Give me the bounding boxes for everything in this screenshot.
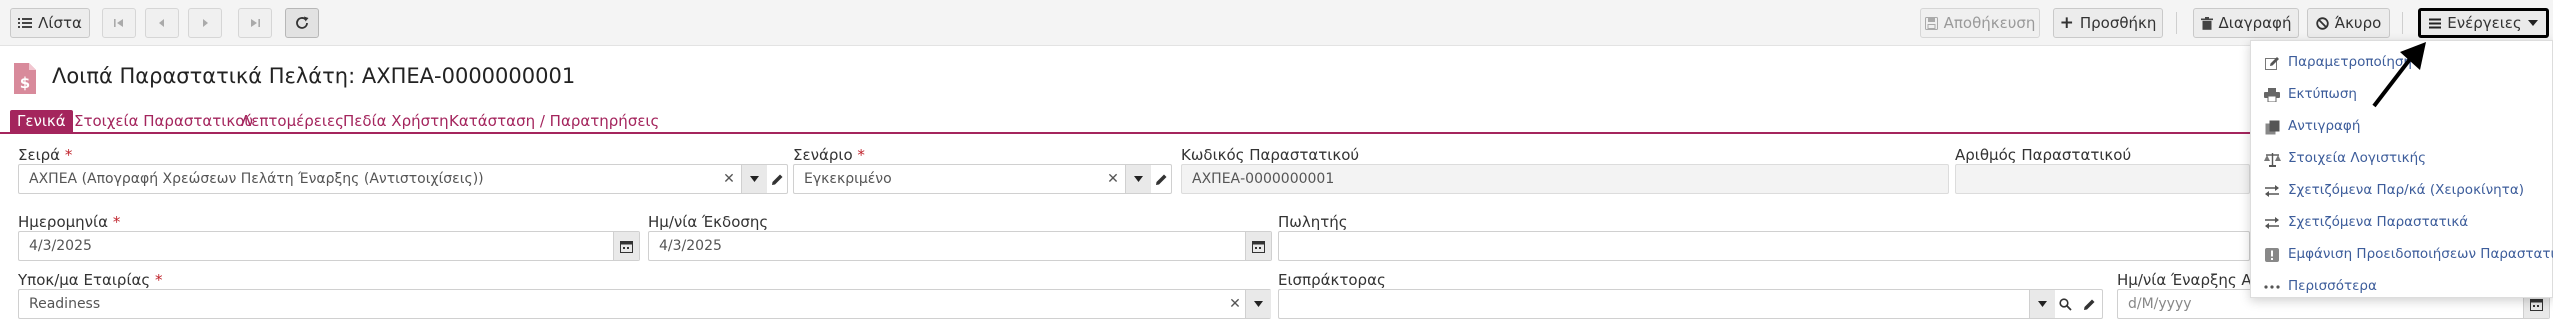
tab-bar: Γενικά Στοιχεία Παραστατικού Λεπτομέρειε… [0,110,2553,134]
menu-item-more[interactable]: Περισσότερα [2251,271,2553,303]
issue-date-value: 4/3/2025 [659,238,722,254]
menu-item-related-manual[interactable]: Σχετιζόμενα Παρ/κά (Χειροκίνητα) [2251,175,2553,207]
warning-icon [2263,247,2281,263]
menu-item-related-documents[interactable]: Σχετιζόμενα Παραστατικά [2251,207,2553,239]
company-branch-label: Υποκ/μα Εταιρίας * [18,271,163,289]
refresh-button[interactable] [285,8,319,38]
search-icon[interactable] [2053,290,2077,318]
pencil-icon [2263,55,2281,71]
issue-date-label: Ημ/νία Έκδοσης [648,213,769,231]
date-label: Ημερομηνία * [18,213,121,231]
collector-label: Εισπράκτορας [1278,271,1386,289]
list-icon [18,17,33,29]
start-date-label: Ημ/νία Έναρξης Αντ [2117,271,2270,289]
add-button-label: Προσθήκη [2079,14,2157,32]
last-icon [249,18,261,28]
edit-icon[interactable] [2077,290,2101,318]
clear-icon[interactable]: ✕ [717,165,741,193]
printer-icon [2263,87,2281,103]
menu-item-copy[interactable]: Αντιγραφή [2251,111,2553,143]
document-icon: $ [12,62,38,100]
ban-icon [2316,16,2329,30]
next-record-button[interactable] [188,8,222,38]
company-branch-value: Readiness [29,296,101,312]
first-icon [113,18,125,28]
company-branch-field[interactable]: Readiness ✕ [18,289,1271,319]
edit-icon[interactable] [1149,165,1173,193]
series-value: ΑΧΠΕΑ (Απογραφή Χρεώσεων Πελάτη Έναρξης … [29,171,484,187]
toolbar-divider [2176,12,2177,34]
actions-menu-button[interactable]: Ενέργειες [2418,8,2549,38]
list-button[interactable]: Λίστα [10,8,90,38]
collector-field[interactable] [1278,289,2103,319]
calendar-button[interactable] [613,232,639,260]
cancel-button-label: Άκυρο [2334,14,2382,32]
next-icon [200,18,210,28]
more-icon [2263,279,2281,295]
scenario-field[interactable]: Εγκεκριμένο ✕ [793,164,1172,194]
date-value: 4/3/2025 [29,238,92,254]
cancel-button[interactable]: Άκυρο [2307,8,2390,38]
balance-icon [2263,151,2281,167]
start-date-placeholder: d/M/yyyy [2128,296,2192,312]
save-button-label: Αποθήκευση [1943,14,2036,32]
doc-code-field: ΑΧΠΕΑ-0000000001 [1181,164,1949,194]
refresh-icon [294,15,310,31]
add-button[interactable]: + Προσθήκη [2053,8,2163,38]
doc-code-value: ΑΧΠΕΑ-0000000001 [1192,171,1335,187]
doc-code-label: Κωδικός Παραστατικού [1181,146,1360,164]
trash-icon [2200,16,2213,30]
swap-icon [2263,215,2281,231]
salesman-field[interactable] [1278,231,2250,261]
list-button-label: Λίστα [38,14,82,32]
scenario-value: Εγκεκριμένο [804,171,892,187]
tab-document-details[interactable]: Στοιχεία Παραστατικού [74,110,253,132]
copy-icon [2263,119,2281,135]
tab-user-fields[interactable]: Πεδία Χρήστη [343,110,449,132]
clear-icon[interactable]: ✕ [1223,290,1247,318]
tab-status-notes[interactable]: Κατάσταση / Παρατηρήσεις [449,110,659,132]
pointer-arrow-annotation [2370,40,2430,114]
caret-down-icon [2527,20,2538,26]
svg-text:$: $ [20,74,30,92]
dropdown-button[interactable] [1245,290,1271,318]
first-record-button[interactable] [102,8,136,38]
menu-item-warnings[interactable]: Εμφάνιση Προειδοποιήσεων Παραστατικού [2251,239,2553,271]
previous-icon [157,18,167,28]
calendar-button[interactable] [1245,232,1271,260]
doc-number-field [1955,164,2250,194]
date-field[interactable]: 4/3/2025 [18,231,640,261]
tab-general[interactable]: Γενικά [10,110,73,132]
tab-details[interactable]: Λεπτομέρειες [241,110,344,132]
save-icon [1924,16,1938,30]
plus-icon: + [2059,13,2074,33]
delete-button[interactable]: Διαγραφή [2193,8,2299,38]
save-button[interactable]: Αποθήκευση [1920,8,2040,38]
clear-icon[interactable]: ✕ [1101,165,1125,193]
series-label: Σειρά * [18,146,73,164]
previous-record-button[interactable] [145,8,179,38]
dropdown-button[interactable] [2029,290,2055,318]
last-record-button[interactable] [238,8,272,38]
actions-button-label: Ενέργειες [2447,14,2522,32]
dropdown-button[interactable] [741,165,767,193]
doc-number-label: Αριθμός Παραστατικού [1955,146,2132,164]
hamburger-icon [2429,18,2442,29]
issue-date-field[interactable]: 4/3/2025 [648,231,1272,261]
salesman-label: Πωλητής [1278,213,1348,231]
scenario-label: Σενάριο * [793,146,865,164]
dropdown-button[interactable] [1125,165,1151,193]
page-title: Λοιπά Παραστατικά Πελάτη: ΑΧΠΕΑ-00000000… [52,64,576,88]
toolbar-divider [2402,12,2403,34]
delete-button-label: Διαγραφή [2218,14,2292,32]
swap-icon [2263,183,2281,199]
menu-item-accounting[interactable]: Στοιχεία Λογιστικής [2251,143,2553,175]
edit-icon[interactable] [765,165,789,193]
series-field[interactable]: ΑΧΠΕΑ (Απογραφή Χρεώσεων Πελάτη Έναρξης … [18,164,788,194]
toolbar: Λίστα Αποθήκευση + Προσθήκη Διαγραφή Άκυ… [0,0,2553,46]
